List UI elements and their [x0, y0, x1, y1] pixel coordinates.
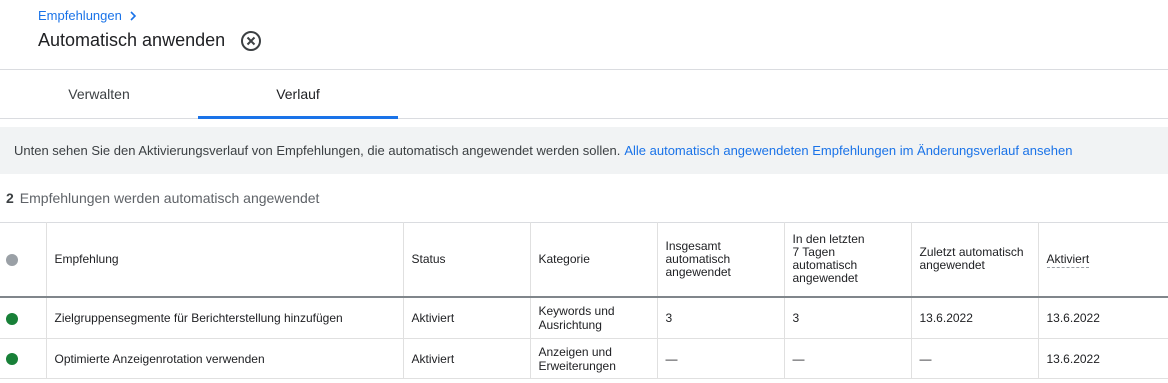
change-history-link[interactable]: Alle automatisch angewendeten Empfehlung… — [624, 143, 1072, 158]
info-banner: Unten sehen Sie den Aktivierungsverlauf … — [0, 127, 1168, 174]
tab-bar: Verwalten Verlauf — [0, 70, 1168, 119]
breadcrumb: Empfehlungen — [38, 8, 138, 23]
cell-letzte-7-tage: — — [783, 338, 911, 379]
cell-empfehlung: Optimierte Anzeigenrotation verwenden — [45, 338, 403, 379]
header-aktiviert[interactable]: Aktiviert — [1037, 222, 1168, 298]
page-header: Empfehlungen Automatisch anwenden — [0, 0, 1168, 70]
header-status[interactable]: Status — [402, 222, 530, 298]
cell-kategorie: Anzeigen und Erweiterungen — [529, 338, 657, 379]
cell-letzte-7-tage: 3 — [783, 296, 911, 339]
cell-zuletzt: — — [910, 338, 1038, 379]
status-cell — [0, 338, 46, 379]
tab-verlauf[interactable]: Verlauf — [198, 70, 398, 119]
table-row[interactable]: Optimierte Anzeigenrotation verwenden Ak… — [0, 338, 1168, 379]
breadcrumb-link-empfehlungen[interactable]: Empfehlungen — [38, 8, 122, 23]
close-circle-icon[interactable] — [240, 30, 262, 52]
header-aktiviert-label: Aktiviert — [1046, 251, 1090, 268]
cell-kategorie: Keywords und Ausrichtung — [529, 296, 657, 339]
header-kategorie[interactable]: Kategorie — [529, 222, 657, 298]
recommendation-count: 2 Empfehlungen werden automatisch angewen… — [6, 190, 319, 206]
count-number: 2 — [6, 190, 14, 206]
header-empfehlung[interactable]: Empfehlung — [45, 222, 403, 298]
cell-status: Aktiviert — [402, 296, 530, 339]
table-header-row: Empfehlung Status Kategorie Insgesamt au… — [0, 222, 1168, 298]
info-text: Unten sehen Sie den Aktivierungsverlauf … — [14, 143, 621, 158]
recommendations-table: Empfehlung Status Kategorie Insgesamt au… — [0, 222, 1168, 379]
page-title: Automatisch anwenden — [38, 30, 226, 50]
cell-zuletzt: 13.6.2022 — [910, 296, 1038, 339]
status-dot-header-icon — [6, 253, 18, 266]
cell-aktiviert: 13.6.2022 — [1037, 338, 1168, 379]
status-cell — [0, 296, 46, 339]
count-text: Empfehlungen werden automatisch angewend… — [19, 190, 320, 206]
status-dot-icon — [6, 353, 18, 366]
cell-empfehlung: Zielgruppensegmente für Berichterstellun… — [45, 296, 403, 339]
header-zuletzt[interactable]: Zuletzt automatisch angewendet — [910, 222, 1038, 298]
cell-insgesamt: 3 — [656, 296, 784, 339]
cell-status: Aktiviert — [402, 338, 530, 379]
cell-aktiviert: 13.6.2022 — [1037, 296, 1168, 339]
header-letzte-7-tage[interactable]: In den letzten 7 Tagen automatisch angew… — [783, 222, 911, 298]
table-row[interactable]: Zielgruppensegmente für Berichterstellun… — [0, 296, 1168, 339]
chevron-right-icon — [130, 10, 136, 21]
status-dot-icon — [6, 312, 18, 325]
tab-verwalten[interactable]: Verwalten — [0, 70, 198, 118]
cell-insgesamt: — — [656, 338, 784, 379]
header-insgesamt[interactable]: Insgesamt automatisch angewendet — [656, 222, 784, 298]
header-status-dot — [0, 222, 46, 298]
